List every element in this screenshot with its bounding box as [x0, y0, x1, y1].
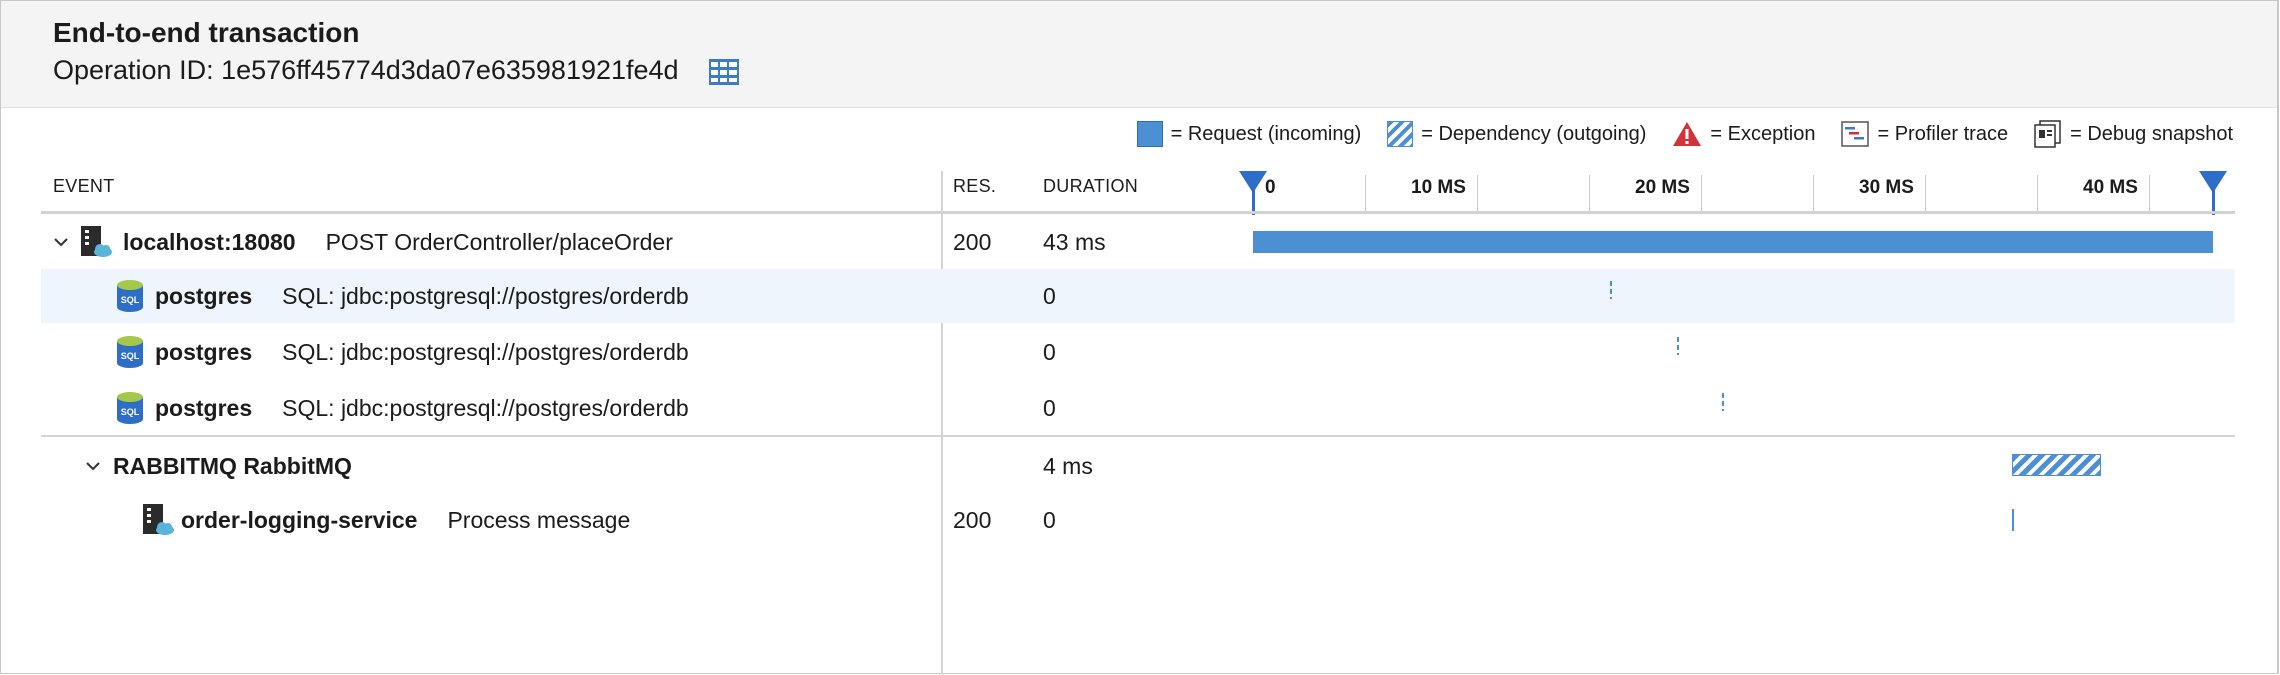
event-detail: SQL: jdbc:postgresql://postgres/orderdb	[282, 338, 689, 365]
duration-value: 0	[1043, 394, 1056, 421]
svg-text:SQL: SQL	[121, 407, 140, 417]
duration-value: 0	[1043, 282, 1056, 309]
duration-value: 4 ms	[1043, 452, 1093, 479]
axis-tick	[1701, 175, 1702, 211]
legend-label: = Dependency (outgoing)	[1421, 122, 1647, 145]
table-row[interactable]: SQL postgres SQL: jdbc:postgresql://post…	[41, 269, 2235, 323]
chevron-down-icon[interactable]	[83, 456, 103, 476]
event-detail: SQL: jdbc:postgresql://postgres/orderdb	[282, 394, 689, 421]
sql-database-icon: SQL	[117, 392, 143, 424]
legend-label: = Debug snapshot	[2070, 122, 2233, 145]
event-detail: POST OrderController/placeOrder	[325, 228, 673, 255]
event-name[interactable]: postgres	[155, 339, 252, 366]
legend-dependency: = Dependency (outgoing)	[1387, 121, 1646, 147]
app-service-icon	[143, 504, 174, 535]
column-header-duration[interactable]: DURATION	[1043, 176, 1138, 197]
table-row[interactable]: SQL postgres SQL: jdbc:postgresql://post…	[41, 381, 2235, 435]
table-row[interactable]: SQL postgres SQL: jdbc:postgresql://post…	[41, 325, 2235, 379]
axis-label: 40 MS	[2083, 177, 2138, 198]
dependency-marker[interactable]	[1677, 337, 1680, 355]
column-header-event[interactable]: EVENT	[53, 176, 115, 197]
axis-tick	[2149, 175, 2150, 211]
app-service-icon	[81, 226, 112, 257]
axis-label: 20 MS	[1635, 177, 1690, 198]
event-name[interactable]: RABBITMQ RabbitMQ	[113, 453, 352, 480]
chevron-down-icon[interactable]	[51, 232, 71, 252]
dependency-swatch-icon	[1387, 121, 1414, 147]
legend-label: = Request (incoming)	[1170, 122, 1362, 145]
legend-profiler: = Profiler trace	[1841, 121, 2008, 147]
table-row[interactable]: RABBITMQ RabbitMQ 4 ms	[41, 439, 2235, 493]
page-title: End-to-end transaction	[53, 17, 360, 48]
table-row[interactable]: order-logging-service Process message 20…	[41, 493, 2235, 547]
axis-tick	[1365, 175, 1366, 211]
svg-text:SQL: SQL	[121, 351, 140, 361]
table-header-divider	[41, 211, 2235, 214]
request-swatch-icon	[1136, 121, 1163, 147]
legend-snapshot: = Debug snapshot	[2034, 120, 2233, 148]
legend-label: = Exception	[1710, 122, 1816, 145]
legend: = Request (incoming) = Dependency (outgo…	[1136, 116, 2233, 152]
legend-label: = Profiler trace	[1877, 122, 2009, 145]
axis-tick	[1925, 175, 1926, 211]
dependency-bar[interactable]	[2012, 454, 2102, 476]
request-marker[interactable]	[2012, 509, 2015, 531]
duration-value: 43 ms	[1043, 228, 1106, 255]
response-code: 200	[953, 506, 992, 533]
debug-snapshot-icon	[2034, 120, 2061, 148]
svg-text:SQL: SQL	[121, 295, 140, 305]
axis-tick	[1813, 175, 1814, 211]
exception-icon	[1673, 122, 1702, 146]
axis-tick	[1477, 175, 1478, 211]
response-code: 200	[953, 228, 992, 255]
duration-value: 0	[1043, 506, 1056, 533]
event-detail: Process message	[447, 506, 631, 533]
timeline-axis: 0 10 MS 20 MS 30 MS 40 MS	[1239, 171, 2227, 215]
dependency-marker[interactable]	[1721, 393, 1724, 411]
panel-header: End-to-end transaction Operation ID: 1e5…	[1, 1, 2277, 108]
axis-tick	[1589, 175, 1590, 211]
event-detail: SQL: jdbc:postgresql://postgres/orderdb	[282, 282, 689, 309]
axis-label: 10 MS	[1411, 177, 1466, 198]
sql-database-icon: SQL	[117, 280, 143, 312]
duration-value: 0	[1043, 338, 1056, 365]
grid-view-icon[interactable]	[709, 59, 739, 85]
event-name[interactable]: postgres	[155, 395, 252, 422]
event-name[interactable]: localhost:18080	[123, 229, 296, 256]
event-name[interactable]: postgres	[155, 283, 252, 310]
column-header-res[interactable]: RES.	[953, 176, 996, 197]
transaction-panel: End-to-end transaction Operation ID: 1e5…	[0, 0, 2279, 675]
axis-tick	[2037, 175, 2038, 211]
legend-exception: = Exception	[1672, 121, 1815, 147]
group-divider	[41, 435, 2235, 437]
axis-label: 30 MS	[1859, 177, 1914, 198]
request-bar[interactable]	[1253, 231, 2213, 253]
dependency-marker[interactable]	[1610, 281, 1613, 299]
table-row[interactable]: localhost:18080 POST OrderController/pla…	[41, 215, 2235, 269]
profiler-trace-icon	[1841, 121, 1870, 147]
legend-request: = Request (incoming)	[1136, 121, 1362, 147]
operation-id: Operation ID: 1e576ff45774d3da07e6359819…	[53, 55, 679, 85]
sql-database-icon: SQL	[117, 336, 143, 368]
event-name[interactable]: order-logging-service	[181, 507, 417, 534]
